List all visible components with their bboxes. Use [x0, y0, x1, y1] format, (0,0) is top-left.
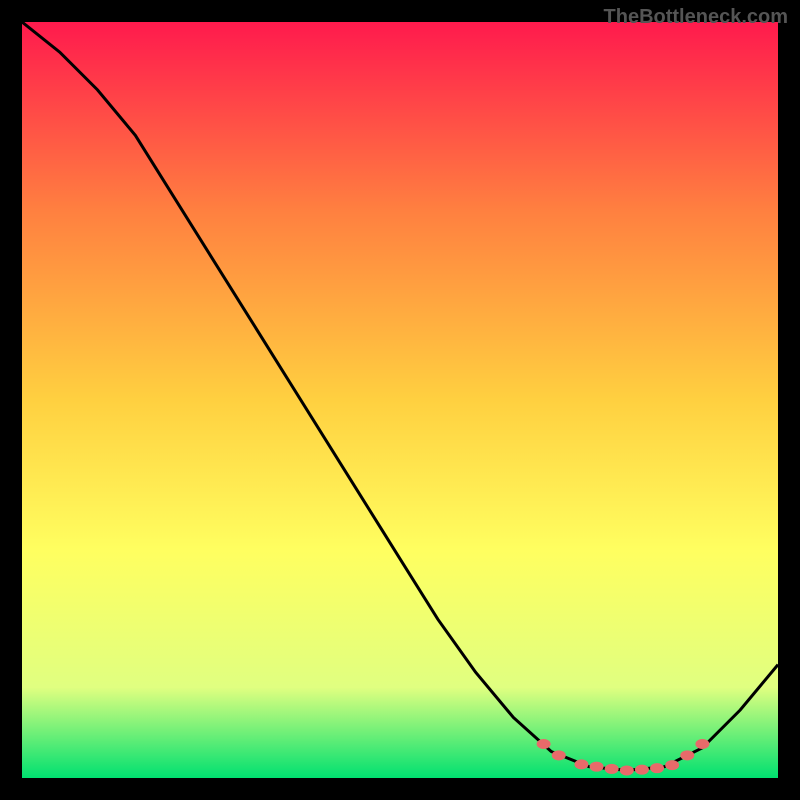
data-dot — [605, 764, 619, 774]
data-dot — [537, 739, 551, 749]
plot-area — [22, 22, 778, 778]
chart-container: TheBottleneck.com — [0, 0, 800, 800]
data-dot — [650, 763, 664, 773]
data-dot — [695, 739, 709, 749]
data-dot — [574, 759, 588, 769]
data-dot — [635, 765, 649, 775]
data-dot — [620, 765, 634, 775]
data-dot — [665, 760, 679, 770]
data-dot — [680, 750, 694, 760]
data-dot — [590, 762, 604, 772]
chart-svg — [22, 22, 778, 778]
watermark-text: TheBottleneck.com — [604, 6, 788, 29]
data-dot — [552, 750, 566, 760]
